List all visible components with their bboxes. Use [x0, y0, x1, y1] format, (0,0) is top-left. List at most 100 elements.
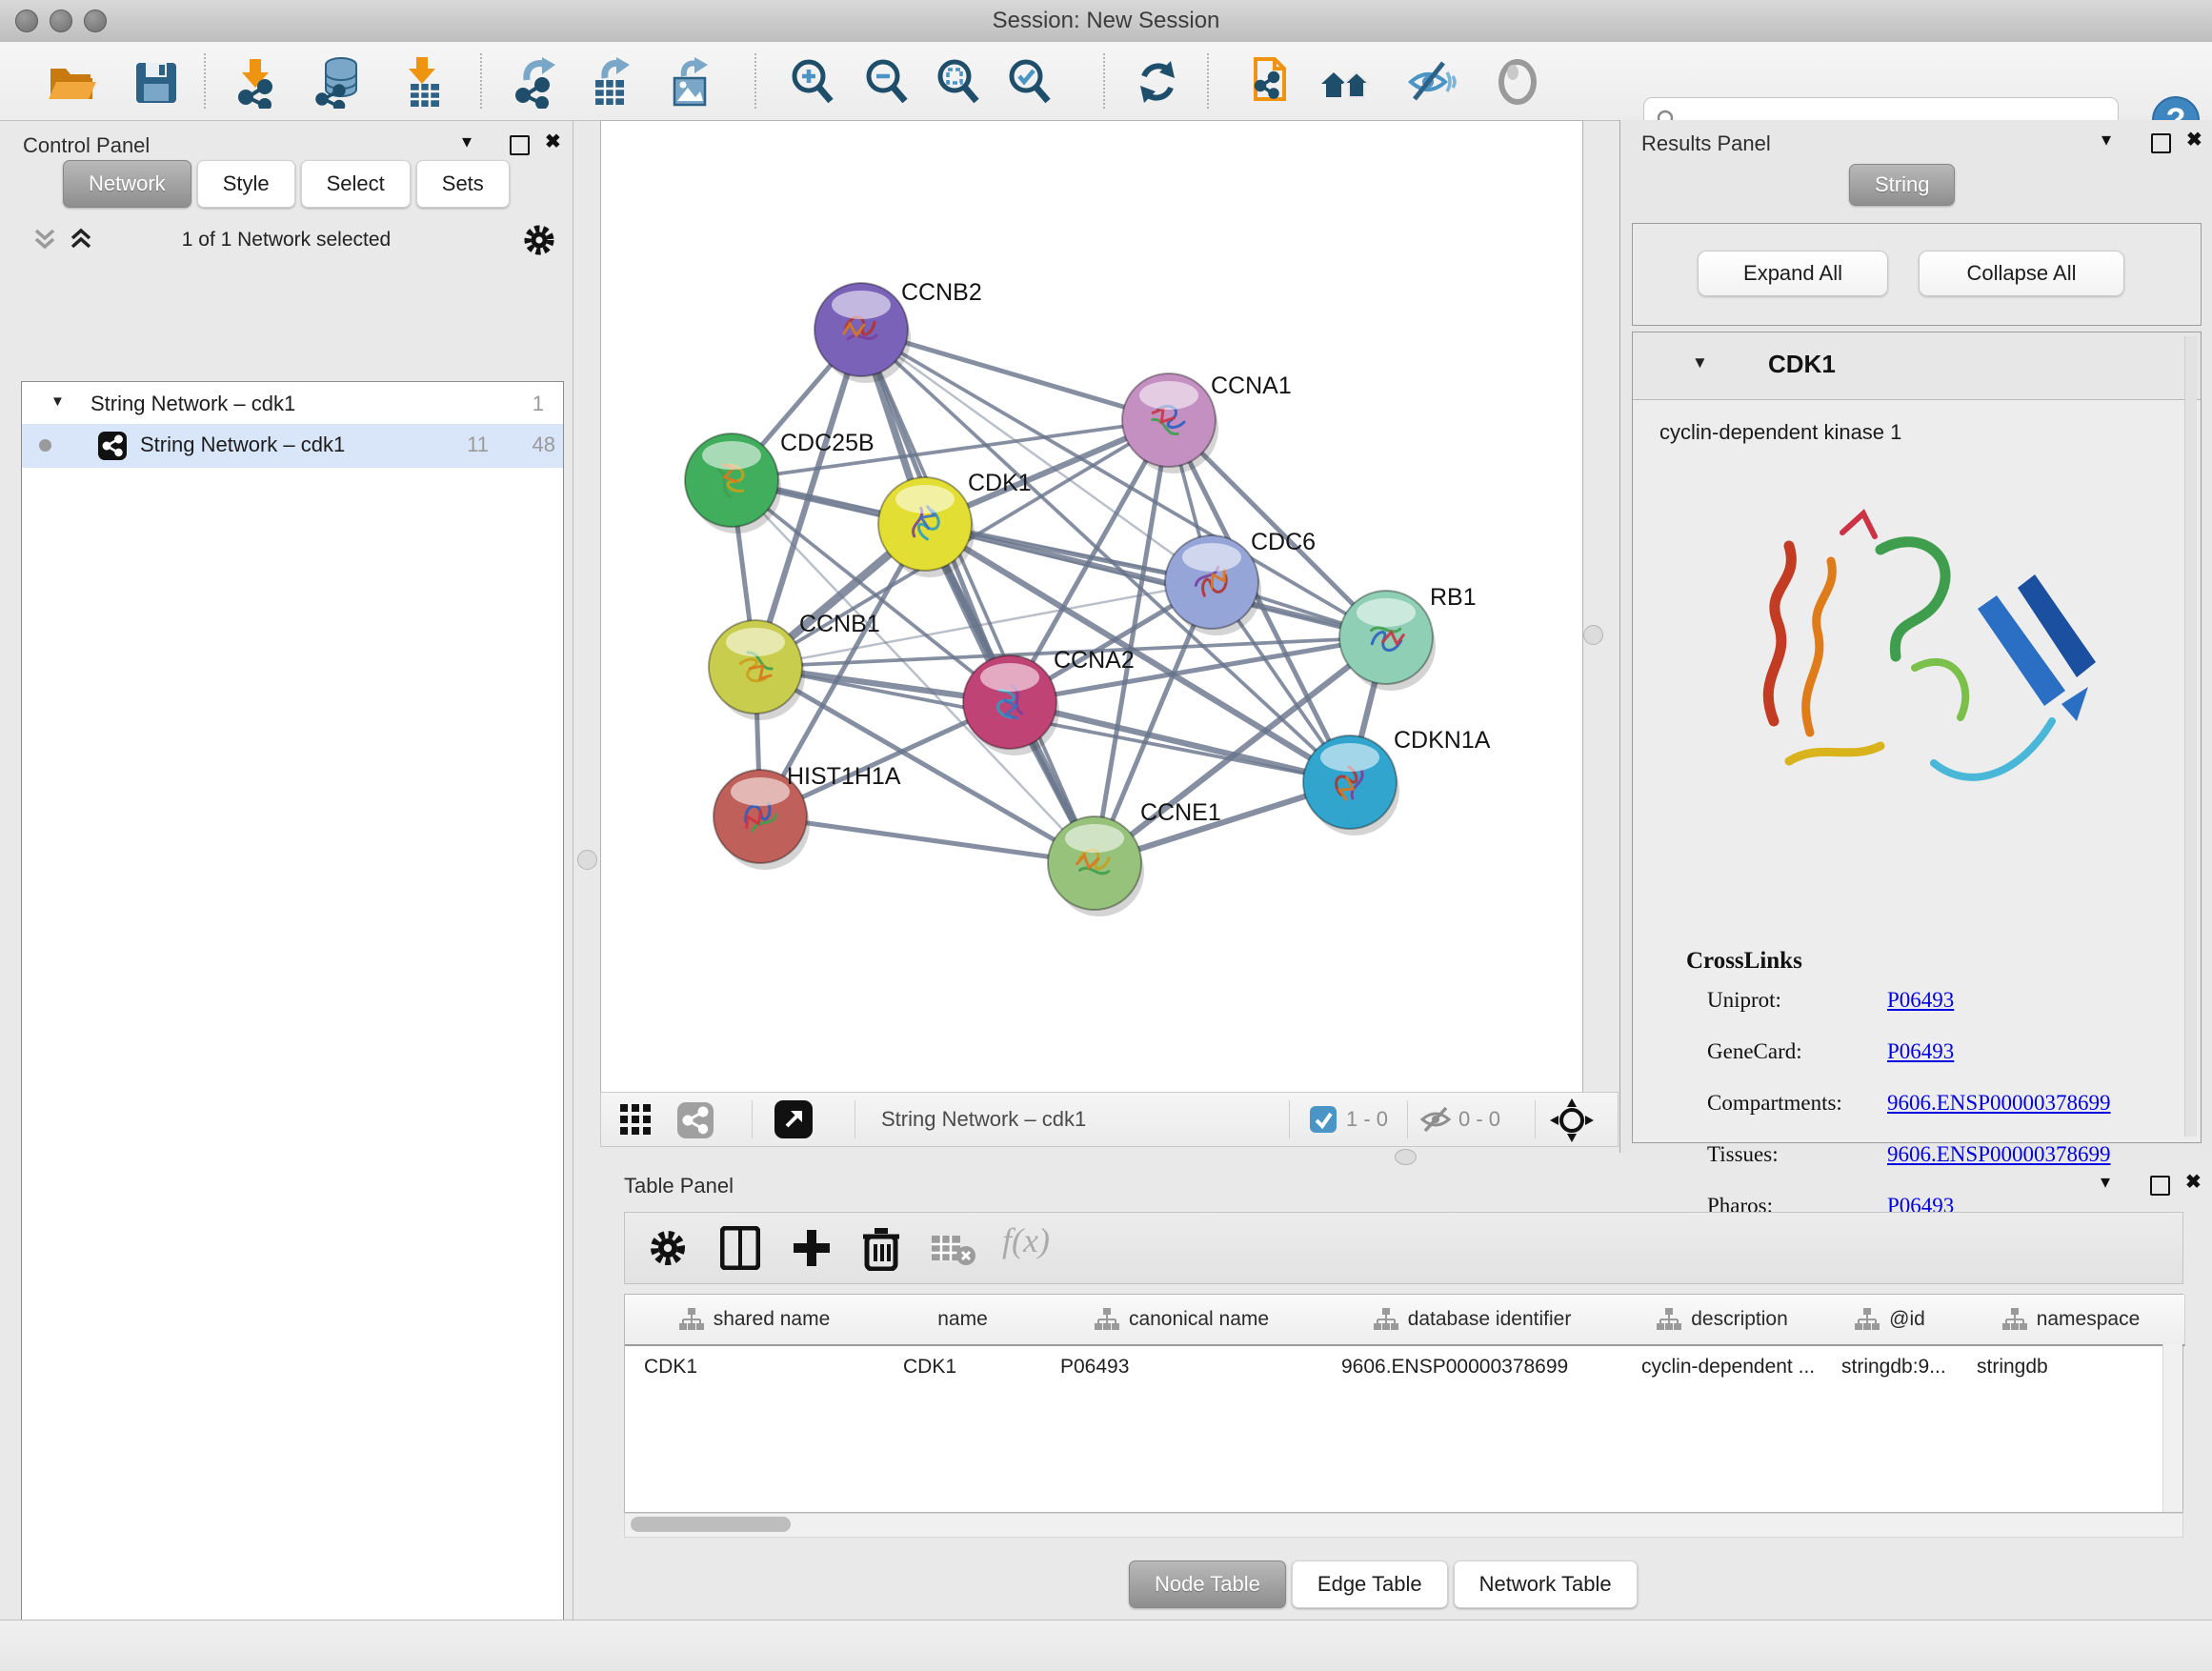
edge-CCNA2-CDKN1A[interactable]: [1010, 702, 1350, 782]
add-column-icon[interactable]: [792, 1228, 832, 1268]
table-horizontal-scrollbar[interactable]: [624, 1513, 2183, 1538]
collapse-all-button[interactable]: Collapse All: [1919, 251, 2124, 296]
panel-menu-icon[interactable]: ▾: [462, 132, 472, 151]
node-label-RB1: RB1: [1430, 584, 1477, 611]
column-header-shared-name[interactable]: shared name: [625, 1295, 885, 1346]
table-cell[interactable]: stringdb:9...: [1822, 1346, 1958, 1388]
left-splitter-handle[interactable]: [577, 850, 597, 870]
column-header-canonical-name[interactable]: canonical name: [1041, 1295, 1323, 1346]
column-header-description[interactable]: description: [1622, 1295, 1823, 1346]
refresh-icon[interactable]: [1131, 55, 1184, 109]
delete-table-icon[interactable]: [932, 1234, 975, 1266]
panel-close-icon[interactable]: ✖: [545, 132, 561, 151]
panel-menu-icon[interactable]: ▾: [2101, 131, 2111, 150]
delete-column-icon[interactable]: [861, 1225, 901, 1271]
title-bar: Session: New Session: [0, 0, 2212, 43]
node-CCNB2[interactable]: CCNB2: [814, 279, 982, 383]
export-table-icon[interactable]: [584, 55, 637, 109]
node-section-header[interactable]: ▼ CDK1: [1633, 332, 2201, 400]
birdseye-icon[interactable]: [1491, 55, 1544, 109]
hide-eye-icon[interactable]: [1403, 55, 1457, 109]
panel-float-icon[interactable]: [2151, 133, 2171, 153]
open-in-window-icon[interactable]: [774, 1100, 813, 1138]
selected-checkbox-icon[interactable]: [1310, 1106, 1337, 1133]
table-cell[interactable]: cyclin-dependent ...: [1622, 1346, 1822, 1388]
node-CCNA1[interactable]: CCNA1: [1122, 372, 1292, 473]
edge-CCNE1-HIST1H1A[interactable]: [760, 816, 1095, 863]
import-network-icon[interactable]: [232, 55, 286, 109]
zoom-out-icon[interactable]: [859, 55, 913, 109]
share-document-icon[interactable]: [1240, 55, 1294, 109]
toolbar-separator: [1207, 53, 1209, 109]
export-image-icon[interactable]: [663, 55, 716, 109]
tab-sets[interactable]: Sets: [416, 160, 510, 208]
gear-icon[interactable]: [522, 223, 556, 257]
open-session-icon[interactable]: [45, 55, 98, 109]
disclosure-triangle-icon[interactable]: ▼: [50, 393, 65, 410]
tab-network[interactable]: Network: [63, 160, 191, 208]
save-session-icon[interactable]: [129, 55, 182, 109]
right-splitter-handle[interactable]: [1583, 625, 1603, 645]
sitemap-icon: [1095, 1308, 1119, 1331]
expand-all-button[interactable]: Expand All: [1698, 251, 1888, 296]
network-canvas[interactable]: CCNB2CCNA1CDC25BCDK1CDC6RB1CCNB1CCNA2CDK…: [600, 120, 1583, 1094]
tab-style[interactable]: Style: [197, 160, 295, 208]
node-CDK1[interactable]: CDK1: [878, 470, 1032, 577]
scrollbar-thumb[interactable]: [631, 1517, 791, 1532]
column-header-name[interactable]: name: [884, 1295, 1042, 1346]
sitemap-icon: [1657, 1308, 1681, 1331]
network-view-toolbar: String Network – cdk1 1 - 0 0 - 0: [600, 1092, 1619, 1147]
import-database-icon[interactable]: [312, 55, 366, 109]
crosslink-value-link[interactable]: 9606.ENSP00000378699: [1887, 1091, 2111, 1116]
table-cell[interactable]: stringdb: [1958, 1346, 2184, 1388]
grid-view-icon[interactable]: [620, 1104, 653, 1137]
application-window: Session: New Session: [0, 0, 2212, 1671]
section-disclosure-icon[interactable]: ▼: [1692, 353, 1708, 372]
zoom-selected-icon[interactable]: [1002, 55, 1056, 109]
node-CCNB1[interactable]: CCNB1: [709, 611, 880, 720]
tab-edge-table[interactable]: Edge Table: [1292, 1560, 1448, 1608]
network-collection-row[interactable]: ▼ String Network – cdk1 1: [22, 386, 563, 424]
table-panel-tabs: Node TableEdge TableNetwork Table: [1129, 1560, 1700, 1608]
table-panel: Table Panel ▾ ✖ f(x) shared namenamecano…: [573, 1153, 2212, 1620]
tab-string[interactable]: String: [1849, 164, 1955, 206]
crosslink-value-link[interactable]: P06493: [1887, 988, 1954, 1013]
table-vertical-scrollbar[interactable]: [2162, 1344, 2182, 1512]
table-cell[interactable]: 9606.ENSP00000378699: [1322, 1346, 1622, 1388]
panel-float-icon[interactable]: [2150, 1176, 2170, 1196]
column-header-namespace[interactable]: namespace: [1958, 1295, 2185, 1346]
node-CDKN1A[interactable]: CDKN1A: [1303, 727, 1491, 836]
table-toolbar: f(x): [624, 1212, 2183, 1284]
panel-float-icon[interactable]: [510, 135, 530, 155]
hidden-eye-icon[interactable]: [1418, 1106, 1453, 1133]
tab-network-table[interactable]: Network Table: [1454, 1560, 1638, 1608]
toolbar-separator: [1407, 1100, 1408, 1138]
column-header-database-identifier[interactable]: database identifier: [1322, 1295, 1623, 1346]
zoom-in-icon[interactable]: [785, 55, 838, 109]
results-scrollbar[interactable]: [2184, 336, 2197, 1137]
table-cell[interactable]: P06493: [1041, 1346, 1322, 1388]
tab-select[interactable]: Select: [301, 160, 411, 208]
node-HIST1H1A[interactable]: HIST1H1A: [714, 763, 901, 870]
tab-node-table[interactable]: Node Table: [1129, 1560, 1286, 1608]
import-table-icon[interactable]: [397, 55, 451, 109]
share-view-icon[interactable]: [677, 1102, 714, 1138]
export-network-icon[interactable]: [510, 55, 563, 109]
network-row[interactable]: String Network – cdk1 11 48: [22, 424, 563, 468]
panel-close-icon[interactable]: ✖: [2185, 1173, 2202, 1192]
table-cell[interactable]: CDK1: [625, 1346, 884, 1388]
table-cell[interactable]: CDK1: [884, 1346, 1041, 1388]
network-home-icon[interactable]: [1319, 55, 1373, 109]
table-gear-icon[interactable]: [648, 1228, 688, 1268]
columns-icon[interactable]: [720, 1226, 760, 1270]
panel-close-icon[interactable]: ✖: [2186, 131, 2202, 150]
network-status-dot-icon: [39, 439, 51, 452]
fit-selection-crosshair-icon[interactable]: [1550, 1098, 1594, 1142]
panel-menu-icon[interactable]: ▾: [2101, 1173, 2110, 1192]
function-builder-icon[interactable]: f(x): [1002, 1220, 1050, 1260]
node-CCNA2[interactable]: CCNA2: [963, 647, 1135, 755]
zoom-fit-icon[interactable]: [931, 55, 984, 109]
node-RB1[interactable]: RB1: [1339, 584, 1477, 691]
crosslink-value-link[interactable]: P06493: [1887, 1039, 1954, 1064]
column-header--id[interactable]: @id: [1822, 1295, 1959, 1346]
